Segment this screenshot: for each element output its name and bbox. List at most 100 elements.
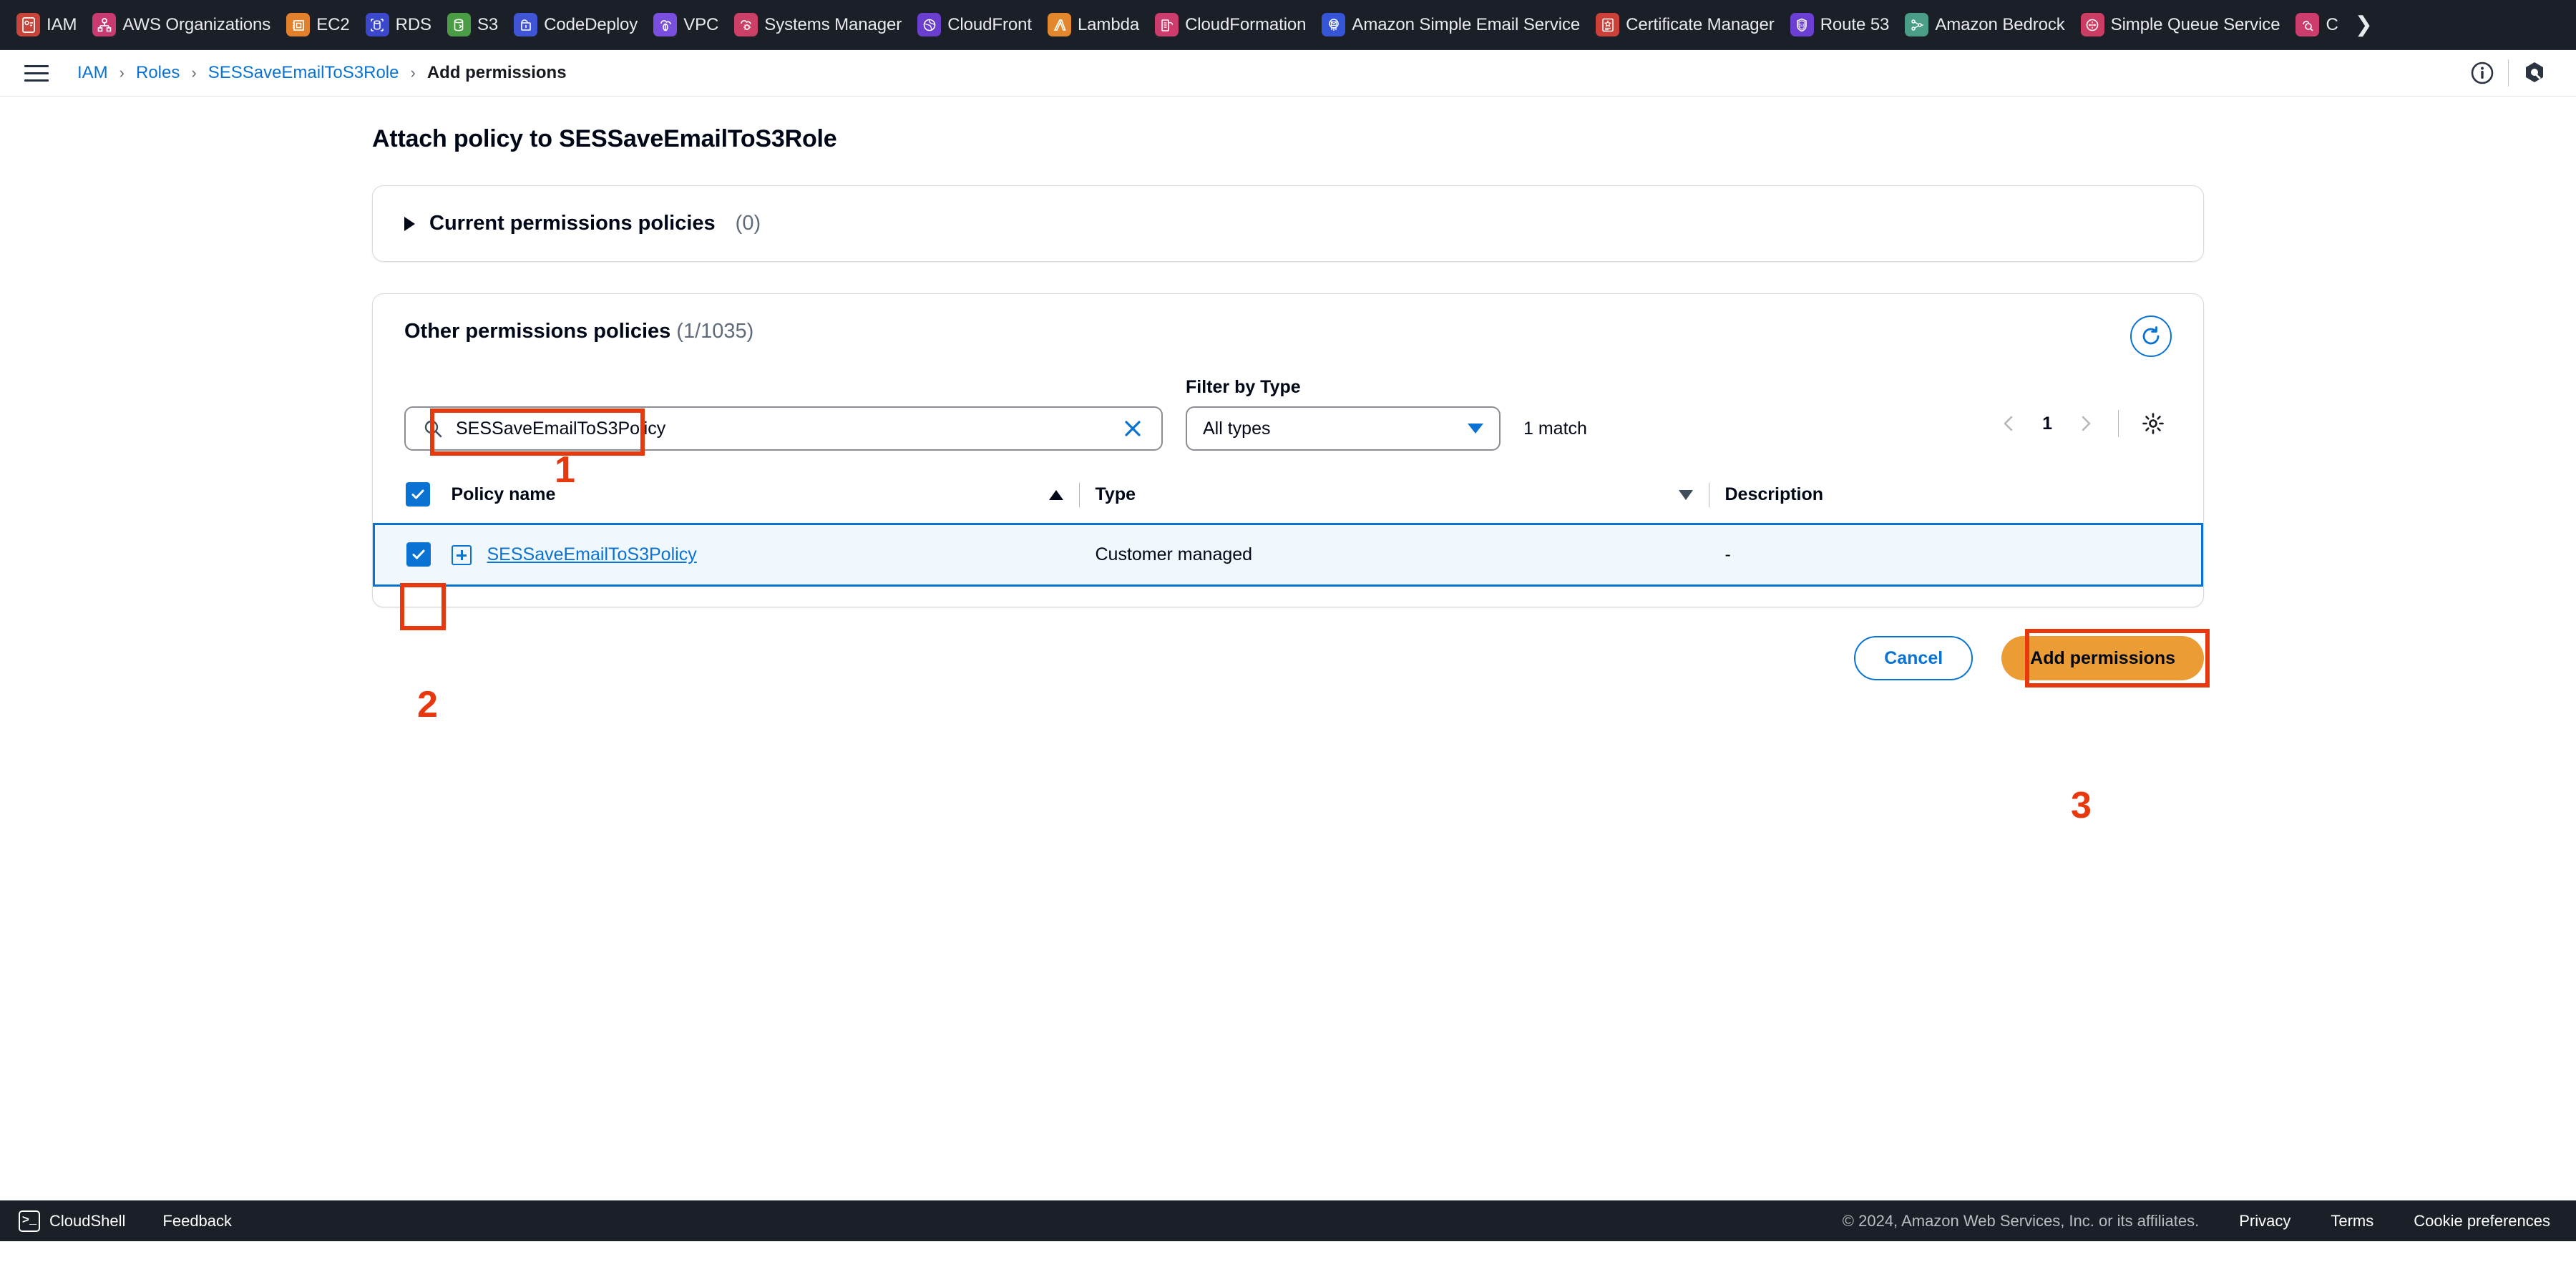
filter-row: Filter by Type All types 1 match 1 xyxy=(373,357,2203,451)
bookmark-codedeploy[interactable]: CodeDeploy xyxy=(507,9,647,41)
close-icon[interactable] xyxy=(1117,413,1148,444)
svg-text:53: 53 xyxy=(1800,24,1805,28)
cookie-preferences-link[interactable]: Cookie preferences xyxy=(2414,1212,2550,1230)
certificate-manager-icon xyxy=(1596,13,1620,36)
policy-name-link[interactable]: SESSaveEmailToS3Policy xyxy=(487,544,697,565)
header-policy-name-label: Policy name xyxy=(451,484,556,504)
breadcrumb-item-current: Add permissions xyxy=(426,63,567,82)
select-all-checkbox[interactable] xyxy=(405,482,430,507)
form-actions: Cancel Add permissions xyxy=(372,629,2210,688)
breadcrumb-separator-icon: › xyxy=(119,64,125,82)
pagination: 1 xyxy=(1992,405,2172,451)
search-field[interactable] xyxy=(404,406,1163,451)
bookmark-label: Certificate Manager xyxy=(1626,14,1775,34)
bookmark-label: RDS xyxy=(395,14,431,34)
header-description-label: Description xyxy=(1724,484,1824,504)
breadcrumb-item-iam[interactable]: IAM xyxy=(77,63,108,83)
info-icon[interactable] xyxy=(2462,53,2502,93)
header-type-label: Type xyxy=(1095,484,1136,504)
policies-table: Policy name Type Description SESSaveEmai… xyxy=(373,471,2203,587)
content-wrapper: Attach policy to SESSaveEmailToS3Role Cu… xyxy=(372,125,2210,688)
row-policy-name-cell: SESSaveEmailToS3Policy xyxy=(451,523,1096,587)
rds-icon xyxy=(365,13,389,36)
bookmark-certificate-manager[interactable]: Certificate Manager xyxy=(1589,9,1784,41)
bookmark-label: CloudFormation xyxy=(1185,14,1307,34)
terms-link[interactable]: Terms xyxy=(2331,1212,2373,1230)
table-row[interactable]: SESSaveEmailToS3Policy Customer managed … xyxy=(373,523,2203,587)
chevron-right-icon[interactable] xyxy=(2068,406,2102,441)
triangle-right-icon xyxy=(404,216,415,231)
row-checkbox[interactable] xyxy=(406,542,431,567)
gear-icon[interactable] xyxy=(2135,405,2172,442)
cloudshell-button[interactable]: >_ CloudShell xyxy=(19,1210,125,1232)
sqs-icon xyxy=(2080,13,2104,36)
bookmark-label: S3 xyxy=(477,14,499,34)
table-header: Policy name Type Description xyxy=(374,471,2202,525)
bedrock-icon xyxy=(1905,13,1929,36)
amazon-q-icon[interactable] xyxy=(2514,53,2555,93)
header-policy-name[interactable]: Policy name xyxy=(451,471,1096,525)
bookmark-route-53[interactable]: 53 Route 53 xyxy=(1784,9,1899,41)
other-permissions-policies-section: Other permissions policies (1/1035) SESS… xyxy=(372,293,2204,630)
bookmark-cloudwatch[interactable]: C xyxy=(2289,9,2347,41)
bookmark-ec2[interactable]: EC2 xyxy=(280,9,358,41)
sort-ascending-icon xyxy=(1048,489,1063,500)
refresh-icon[interactable] xyxy=(2130,315,2172,357)
filter-by-type-value: All types xyxy=(1203,418,1271,439)
cloudshell-icon: >_ xyxy=(19,1210,40,1232)
codedeploy-icon xyxy=(514,13,538,36)
other-permissions-title: Other permissions policies (1/1035) xyxy=(404,320,753,343)
breadcrumb-item-role[interactable]: SESSaveEmailToS3Role xyxy=(208,63,399,83)
bookmark-rds[interactable]: RDS xyxy=(359,9,441,41)
divider xyxy=(2118,410,2119,437)
bookmark-vpc[interactable]: VPC xyxy=(647,9,728,41)
divider xyxy=(2508,59,2509,87)
route53-icon: 53 xyxy=(1790,13,1814,36)
bookmark-label: Route 53 xyxy=(1820,14,1890,34)
breadcrumb-bar: IAM › Roles › SESSaveEmailToS3Role › Add… xyxy=(0,50,2576,97)
ses-icon xyxy=(1322,13,1346,36)
bookmark-label: Amazon Simple Email Service xyxy=(1352,14,1581,34)
current-permissions-policies-section[interactable]: Current permissions policies (0) xyxy=(372,185,2204,262)
header-type[interactable]: Type xyxy=(1095,471,1725,525)
bookmark-amazon-bedrock[interactable]: Amazon Bedrock xyxy=(1898,9,2074,41)
cancel-button[interactable]: Cancel xyxy=(1854,636,1974,680)
chevron-down-icon xyxy=(1468,424,1483,434)
header-select-all-cell xyxy=(374,471,452,525)
other-permissions-header: Other permissions policies (1/1035) xyxy=(373,294,2203,357)
privacy-link[interactable]: Privacy xyxy=(2239,1212,2290,1230)
bookmark-cloudfront[interactable]: CloudFront xyxy=(911,9,1041,41)
bookmark-simple-queue-service[interactable]: Simple Queue Service xyxy=(2074,9,2290,41)
table-header-row: Policy name Type Description xyxy=(374,471,2202,525)
lambda-icon xyxy=(1047,13,1071,36)
bookmark-label: IAM xyxy=(47,14,77,34)
filter-by-type-select[interactable]: All types xyxy=(1186,406,1501,451)
feedback-link[interactable]: Feedback xyxy=(162,1212,232,1230)
copyright-text: © 2024, Amazon Web Services, Inc. or its… xyxy=(1842,1211,2200,1230)
bookmark-systems-manager[interactable]: Systems Manager xyxy=(728,9,911,41)
pagination-page-1[interactable]: 1 xyxy=(2031,414,2064,434)
table-body: SESSaveEmailToS3Policy Customer managed … xyxy=(373,523,2203,587)
add-permissions-button[interactable]: Add permissions xyxy=(2001,636,2204,680)
browser-bookmarks-bar: IAM AWS Organizations EC2 RDS S3 CodeDep… xyxy=(0,0,2576,50)
search-input[interactable] xyxy=(447,418,1117,439)
other-permissions-label: Other permissions policies xyxy=(404,320,671,343)
bookmark-aws-organizations[interactable]: AWS Organizations xyxy=(86,9,280,41)
bookmark-cloudformation[interactable]: CloudFormation xyxy=(1148,9,1315,41)
chevron-left-icon[interactable] xyxy=(1992,406,2026,441)
bookmark-amazon-simple-email-service[interactable]: Amazon Simple Email Service xyxy=(1315,9,1589,41)
expand-row-icon[interactable] xyxy=(451,544,472,565)
hamburger-icon[interactable] xyxy=(24,62,49,84)
bookmark-lambda[interactable]: Lambda xyxy=(1041,9,1148,41)
match-count: 1 match xyxy=(1523,419,1587,439)
bookmark-label: AWS Organizations xyxy=(122,14,271,34)
breadcrumb-separator-icon: › xyxy=(410,64,416,82)
cloudformation-icon xyxy=(1155,13,1179,36)
header-description[interactable]: Description xyxy=(1724,471,2202,525)
breadcrumb-item-roles[interactable]: Roles xyxy=(136,63,180,83)
bookmarks-overflow-chevron-icon[interactable]: ❯ xyxy=(2348,14,2380,36)
bookmark-s3[interactable]: S3 xyxy=(441,9,507,41)
bookmark-iam[interactable]: IAM xyxy=(10,9,86,41)
breadcrumb-separator-icon: › xyxy=(191,64,197,82)
footer-right: © 2024, Amazon Web Services, Inc. or its… xyxy=(1843,1212,2550,1230)
